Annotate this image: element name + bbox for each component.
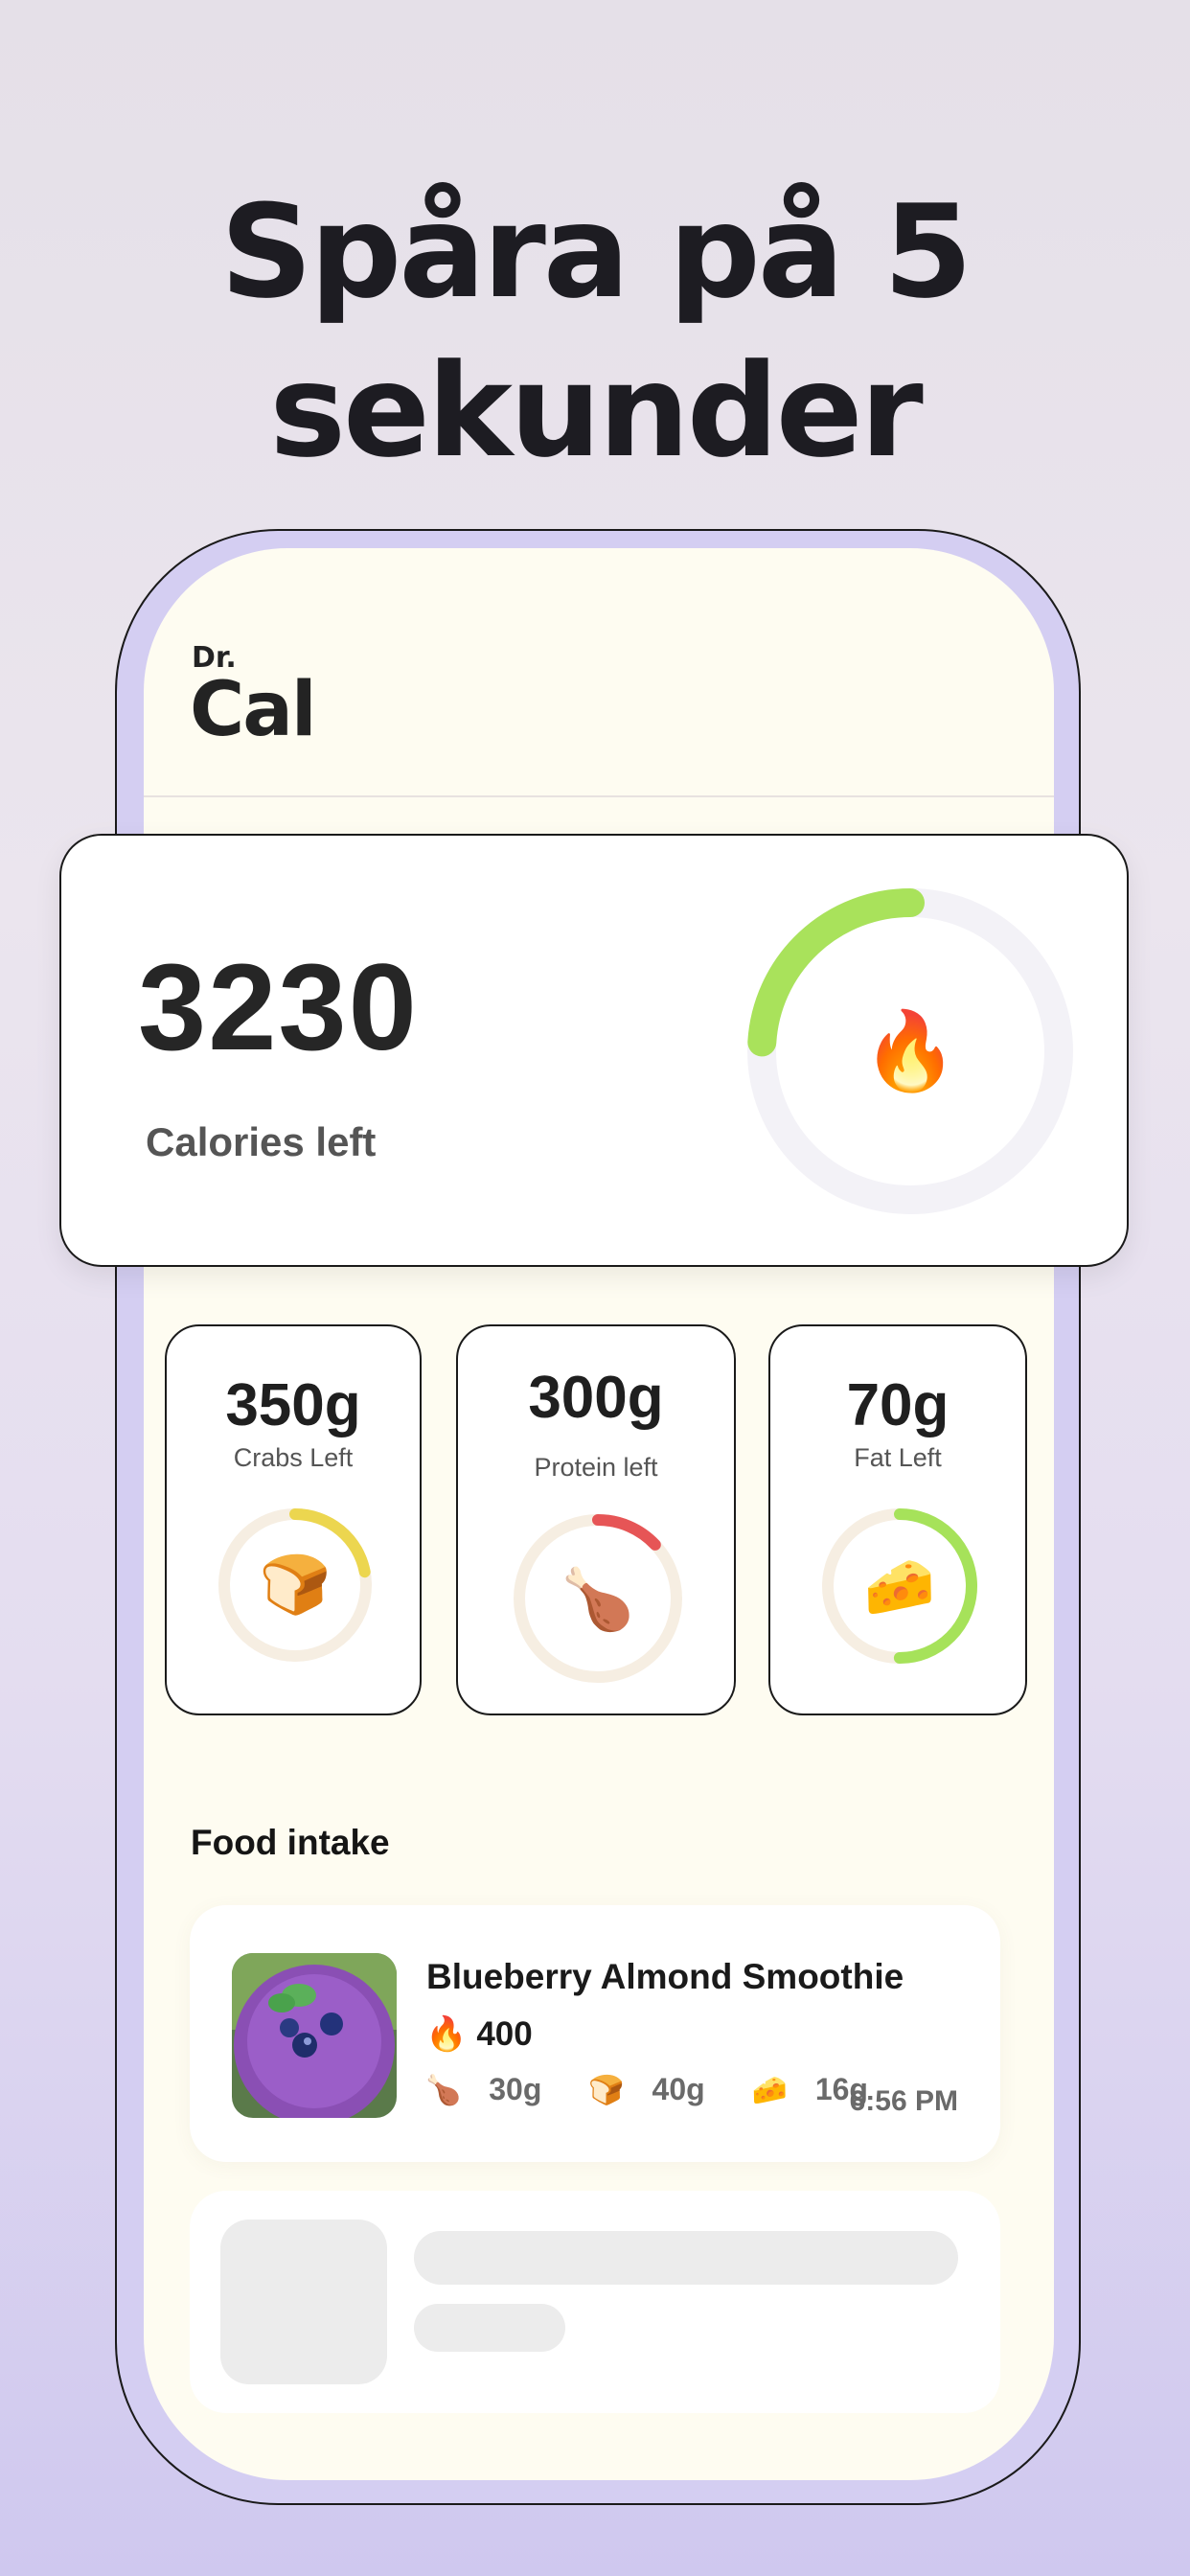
app-logo: Dr. Cal [190, 644, 317, 753]
fire-icon: 🔥 [425, 2015, 468, 2053]
protein-value: 300g [528, 1365, 664, 1431]
logo-name: Cal [190, 667, 317, 753]
loading-food-card [190, 2191, 1000, 2413]
cheese-icon: 🧀 [864, 1554, 936, 1619]
fire-icon: 🔥 [862, 1007, 958, 1094]
food-intake-title: Food intake [191, 1823, 390, 1862]
food-carbs-value: 40g [652, 2072, 705, 2106]
headline: Spåra på 5 sekunder [0, 172, 1190, 491]
bread-icon: 🍞 [588, 2075, 625, 2106]
macro-card-carbs[interactable]: 350g Crabs Left 🍞 [165, 1324, 422, 1715]
food-macros: 🍗 30g 🍞 40g 🧀 16g [425, 2072, 906, 2107]
food-item-card[interactable]: Blueberry Almond Smoothie 🔥 400 🍗 30g 🍞 … [190, 1905, 1000, 2162]
carbs-value: 350g [225, 1372, 361, 1438]
fat-ring: 🧀 [822, 1508, 977, 1664]
food-carbs: 🍞 40g [588, 2072, 723, 2106]
calories-ring: 🔥 [747, 888, 1073, 1214]
food-name: Blueberry Almond Smoothie [426, 1957, 904, 1996]
calories-value: 3230 [138, 939, 419, 1076]
skeleton-line-long [414, 2231, 958, 2285]
headline-line-2: sekunder [269, 336, 923, 486]
carbs-label: Crabs Left [233, 1443, 354, 1472]
food-protein: 🍗 30g [425, 2072, 561, 2106]
macro-card-protein[interactable]: 300g Protein left 🍗 [456, 1324, 736, 1715]
fat-label: Fat Left [854, 1443, 942, 1472]
protein-ring: 🍗 [514, 1514, 682, 1683]
headline-line-1: Spåra på 5 [219, 177, 973, 327]
protein-label: Protein left [534, 1453, 658, 1482]
food-time: 6:56 PM [849, 2085, 958, 2117]
skeleton-line-short [414, 2304, 565, 2352]
fat-value: 70g [846, 1372, 950, 1438]
food-calories-value: 400 [476, 2015, 533, 2053]
carbs-ring: 🍞 [218, 1508, 372, 1662]
food-calories: 🔥 400 [425, 2014, 533, 2054]
header-divider [144, 795, 1054, 797]
macro-card-fat[interactable]: 70g Fat Left 🧀 [768, 1324, 1027, 1715]
calories-label: Calories left [146, 1119, 377, 1164]
bread-icon: 🍞 [260, 1552, 332, 1618]
cheese-icon: 🧀 [751, 2075, 788, 2106]
drumstick-icon: 🍗 [561, 1565, 634, 1633]
smoothie-image [232, 1953, 397, 2118]
drumstick-icon: 🍗 [425, 2075, 462, 2106]
skeleton-thumb [220, 2220, 387, 2384]
food-protein-value: 30g [489, 2072, 542, 2106]
calories-card[interactable]: 3230 Calories left 🔥 [59, 834, 1129, 1267]
